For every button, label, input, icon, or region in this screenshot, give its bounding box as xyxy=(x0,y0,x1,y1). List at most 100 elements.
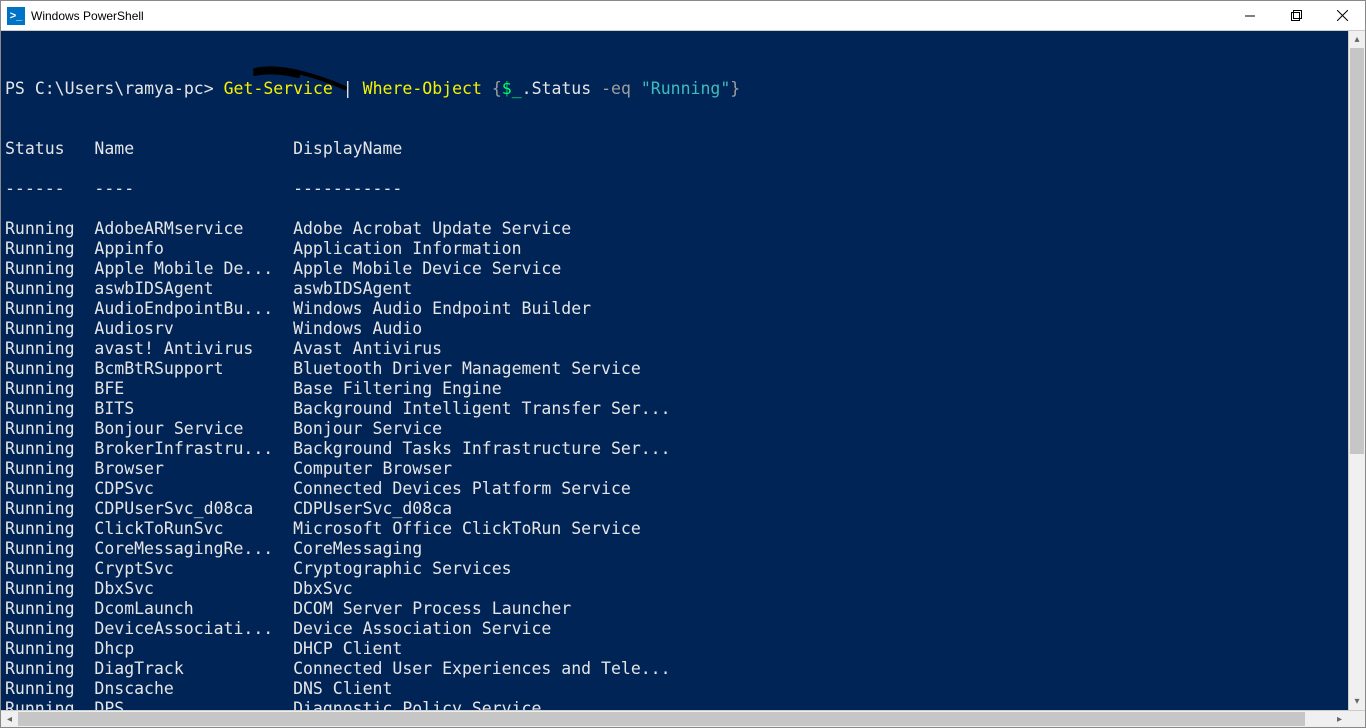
close-icon xyxy=(1337,10,1348,21)
table-row: RunningBcmBtRSupportBluetooth Driver Man… xyxy=(5,359,1344,379)
table-row: RunningAudiosrvWindows Audio xyxy=(5,319,1344,339)
table-row: RunningDhcpDHCP Client xyxy=(5,639,1344,659)
table-row: RunningDeviceAssociati...Device Associat… xyxy=(5,619,1344,639)
cell-name: ClickToRunSvc xyxy=(94,519,293,539)
cell-display: DCOM Server Process Launcher xyxy=(293,599,571,619)
powershell-icon: >_ xyxy=(7,7,25,25)
table-row: RunningApple Mobile De...Apple Mobile De… xyxy=(5,259,1344,279)
scroll-down-arrow-icon[interactable]: ▾ xyxy=(1349,693,1365,710)
vscroll-thumb[interactable] xyxy=(1350,48,1364,454)
prompt-ps: PS xyxy=(5,79,35,98)
cell-status: Running xyxy=(5,699,94,710)
cell-name: Dnscache xyxy=(94,679,293,699)
cmd-space xyxy=(631,79,641,98)
table-row: RunningDnscacheDNS Client xyxy=(5,679,1344,699)
cmd-op: -eq xyxy=(601,79,631,98)
maximize-icon xyxy=(1291,10,1302,21)
minimize-icon xyxy=(1245,11,1255,21)
cell-display: aswbIDSAgent xyxy=(293,279,412,299)
table-row: RunningCryptSvcCryptographic Services xyxy=(5,559,1344,579)
prompt-path: C:\Users\ramya-pc xyxy=(35,79,204,98)
cell-display: Base Filtering Engine xyxy=(293,379,502,399)
table-row: RunningBFEBase Filtering Engine xyxy=(5,379,1344,399)
cell-status: Running xyxy=(5,279,94,299)
table-row: RunningDbxSvcDbxSvc xyxy=(5,579,1344,599)
cell-status: Running xyxy=(5,679,94,699)
hscroll-track[interactable] xyxy=(18,711,1331,727)
cell-display: Cryptographic Services xyxy=(293,559,512,579)
cell-display: Apple Mobile Device Service xyxy=(293,259,561,279)
cmd-brace-close: } xyxy=(730,79,740,98)
table-row: RunningDPSDiagnostic Policy Service xyxy=(5,699,1344,710)
vscroll-track[interactable] xyxy=(1349,48,1365,693)
scroll-left-arrow-icon[interactable]: ◂ xyxy=(1,711,18,727)
cell-display: Diagnostic Policy Service xyxy=(293,699,541,710)
cmd-getservice: Get-Service xyxy=(224,79,333,98)
cell-status: Running xyxy=(5,479,94,499)
col-header-status: Status xyxy=(5,139,94,159)
minimize-button[interactable] xyxy=(1227,1,1273,30)
sep-status: ------ xyxy=(5,179,94,199)
cell-name: Browser xyxy=(94,459,293,479)
cell-display: Background Tasks Infrastructure Ser... xyxy=(293,439,671,459)
cell-display: DNS Client xyxy=(293,679,392,699)
cell-status: Running xyxy=(5,439,94,459)
table-rows: RunningAdobeARMserviceAdobe Acrobat Upda… xyxy=(5,219,1344,710)
cell-name: Bonjour Service xyxy=(94,419,293,439)
table-header: StatusNameDisplayName xyxy=(5,139,1344,159)
maximize-button[interactable] xyxy=(1273,1,1319,30)
cmd-brace-open: { xyxy=(482,79,502,98)
cell-status: Running xyxy=(5,519,94,539)
cell-name: AudioEndpointBu... xyxy=(94,299,293,319)
cell-status: Running xyxy=(5,359,94,379)
cell-display: Adobe Acrobat Update Service xyxy=(293,219,571,239)
sep-display: ----------- xyxy=(293,179,402,199)
cell-display: Windows Audio Endpoint Builder xyxy=(293,299,591,319)
col-header-name: Name xyxy=(94,139,293,159)
cell-status: Running xyxy=(5,239,94,259)
console-output[interactable]: PS C:\Users\ramya-pc> Get-Service | Wher… xyxy=(1,31,1348,710)
cell-display: Windows Audio xyxy=(293,319,422,339)
cell-status: Running xyxy=(5,619,94,639)
cell-display: Background Intelligent Transfer Ser... xyxy=(293,399,671,419)
cmd-value: "Running" xyxy=(641,79,730,98)
table-row: RunningBonjour ServiceBonjour Service xyxy=(5,419,1344,439)
close-button[interactable] xyxy=(1319,1,1365,30)
cell-display: CoreMessaging xyxy=(293,539,422,559)
cell-name: Apple Mobile De... xyxy=(94,259,293,279)
cell-status: Running xyxy=(5,559,94,579)
table-row: RunningBITSBackground Intelligent Transf… xyxy=(5,399,1344,419)
vertical-scrollbar[interactable]: ▴ ▾ xyxy=(1348,31,1365,710)
table-row: RunningCDPUserSvc_d08caCDPUserSvc_d08ca xyxy=(5,499,1344,519)
scroll-up-arrow-icon[interactable]: ▴ xyxy=(1349,31,1365,48)
cell-name: DeviceAssociati... xyxy=(94,619,293,639)
cell-name: Audiosrv xyxy=(94,319,293,339)
cell-display: Connected User Experiences and Tele... xyxy=(293,659,671,679)
table-separator: --------------------- xyxy=(5,179,1344,199)
cell-status: Running xyxy=(5,219,94,239)
window-body: PS C:\Users\ramya-pc> Get-Service | Wher… xyxy=(1,31,1365,710)
powershell-window: >_ Windows PowerShell PS C:\Users\ramya-… xyxy=(0,0,1366,728)
cell-name: BITS xyxy=(94,399,293,419)
cell-status: Running xyxy=(5,299,94,319)
cell-status: Running xyxy=(5,419,94,439)
scroll-right-arrow-icon[interactable]: ▸ xyxy=(1331,711,1348,727)
hscroll-thumb[interactable] xyxy=(18,712,1305,726)
cell-display: Computer Browser xyxy=(293,459,452,479)
window-controls xyxy=(1227,1,1365,30)
cell-name: Appinfo xyxy=(94,239,293,259)
cell-status: Running xyxy=(5,579,94,599)
table-row: RunningAudioEndpointBu...Windows Audio E… xyxy=(5,299,1344,319)
cmd-dollar: $_ xyxy=(502,79,522,98)
cell-name: BrokerInfrastru... xyxy=(94,439,293,459)
cell-status: Running xyxy=(5,499,94,519)
cell-name: AdobeARMservice xyxy=(94,219,293,239)
window-title: Windows PowerShell xyxy=(31,9,1227,23)
horizontal-scrollbar[interactable]: ◂ ▸ xyxy=(1,710,1365,727)
titlebar[interactable]: >_ Windows PowerShell xyxy=(1,1,1365,31)
cell-display: Device Association Service xyxy=(293,619,551,639)
cell-display: DbxSvc xyxy=(293,579,353,599)
table-row: RunningDcomLaunchDCOM Server Process Lau… xyxy=(5,599,1344,619)
sep-name: ---- xyxy=(94,179,293,199)
cell-display: DHCP Client xyxy=(293,639,402,659)
